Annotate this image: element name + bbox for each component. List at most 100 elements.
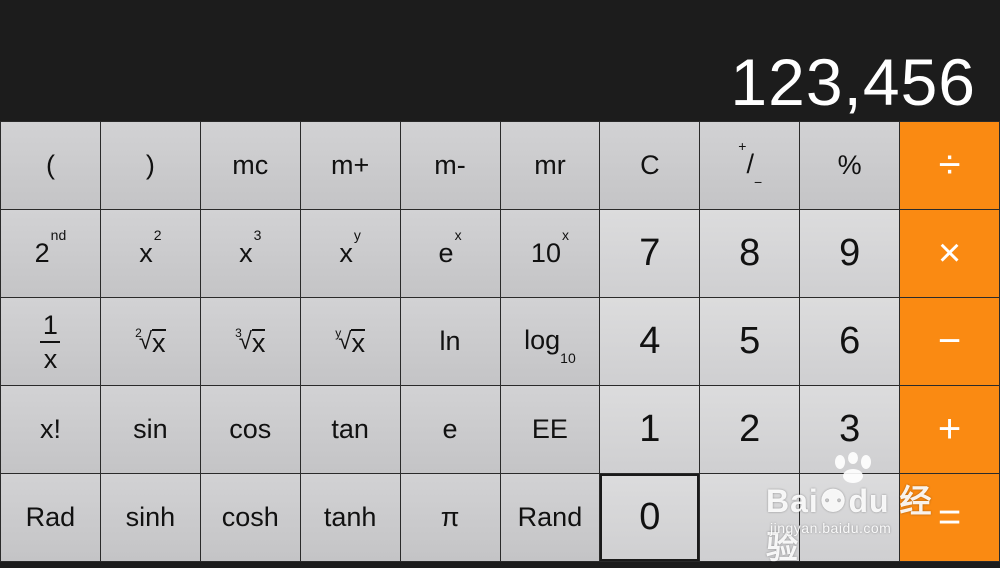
equals-button[interactable]: = [900,474,999,561]
equals-label: = [937,495,962,539]
memory-add-button[interactable]: m+ [300,122,400,209]
digit-9-button[interactable]: 9 [800,210,900,297]
cos-button[interactable]: cos [200,386,300,473]
close-paren-button[interactable]: ) [100,122,200,209]
y-root-label: y √ x [335,325,365,358]
digit-1-button[interactable]: 1 [600,386,700,473]
cube-root-label: 3 √ x [235,325,266,358]
ten-power-base: 10 [530,238,561,268]
memory-subtract-button[interactable]: m- [400,122,500,209]
digit-5-button[interactable]: 5 [700,298,800,385]
square-exp: 2 [153,227,162,243]
reciprocal-label: 1 x [40,310,61,374]
digit-0-button[interactable]: 0 [600,474,700,561]
ln-button[interactable]: ln [400,298,500,385]
digit-4-label: 4 [639,320,661,362]
open-paren-button[interactable]: ( [1,122,100,209]
rand-label: Rand [517,502,583,532]
digit-8-button[interactable]: 8 [700,210,800,297]
second-label: 2nd [35,227,67,269]
second-sup: nd [50,227,67,243]
tan-button[interactable]: tan [300,386,400,473]
pi-button[interactable]: π [400,474,500,561]
memory-clear-button[interactable]: mc [200,122,300,209]
divide-button[interactable]: ÷ [900,122,999,209]
exp-button[interactable]: ex [400,210,500,297]
plus-minus-button[interactable]: +/− [700,122,800,209]
sin-button[interactable]: sin [100,386,200,473]
digit-3-button[interactable]: 3 [800,386,900,473]
plus-label: + [937,407,962,451]
digit-7-label: 7 [639,232,661,274]
square-root-button[interactable]: 2 √ x [100,298,200,385]
sinh-label: sinh [125,502,176,532]
ln-label: ln [439,326,461,356]
decimal-button[interactable] [700,474,800,561]
multiply-button[interactable]: × [900,210,999,297]
tanh-button[interactable]: tanh [300,474,400,561]
factorial-button[interactable]: x! [1,386,100,473]
log-base: log [524,324,561,355]
digit-7-button[interactable]: 7 [600,210,700,297]
blank-key[interactable] [800,474,900,561]
cube-label: x3 [239,227,261,269]
digit-3-label: 3 [839,408,861,450]
digit-5-label: 5 [739,320,761,362]
pi-label: π [440,502,460,532]
reciprocal-denominator: x [43,343,58,374]
rand-button[interactable]: Rand [500,474,600,561]
second-function-button[interactable]: 2nd [1,210,100,297]
log10-label: log10 [524,324,576,366]
percent-label: % [837,150,862,180]
tanh-label: tanh [323,502,377,532]
mr-label: mr [534,150,566,180]
y-root-button[interactable]: y √ x [300,298,400,385]
sin-label: sin [133,414,168,444]
digit-8-label: 8 [739,232,761,274]
keypad: ( ) mc m+ m- mr C +/− % ÷ 2nd x2 x3 xy e… [0,121,1000,562]
calculator-display: 123,456 [0,0,1000,121]
m-minus-label: m- [434,150,466,180]
reciprocal-button[interactable]: 1 x [1,298,100,385]
cos-label: cos [229,414,272,444]
percent-button[interactable]: % [800,122,900,209]
square-root-label: 2 √ x [135,325,166,358]
mc-label: mc [232,150,269,180]
digit-6-button[interactable]: 6 [800,298,900,385]
plus-minus-slash: / [746,148,754,179]
plus-minus-label: +/− [737,138,762,190]
square-root-index: 2 [135,325,142,340]
square-button[interactable]: x2 [100,210,200,297]
log10-button[interactable]: log10 [500,298,600,385]
digit-2-button[interactable]: 2 [700,386,800,473]
tan-label: tan [331,414,369,444]
divide-label: ÷ [938,143,961,187]
cube-button[interactable]: x3 [200,210,300,297]
y-root-radicand: x [351,327,365,358]
e-constant-button[interactable]: e [400,386,500,473]
cosh-button[interactable]: cosh [200,474,300,561]
rad-label: Rad [25,502,76,532]
cube-root-button[interactable]: 3 √ x [200,298,300,385]
ten-power-button[interactable]: 10x [500,210,600,297]
clear-button[interactable]: C [600,122,700,209]
sinh-button[interactable]: sinh [100,474,200,561]
y-root-index: y [335,325,342,340]
square-base: x [139,238,153,268]
digit-4-button[interactable]: 4 [600,298,700,385]
minus-button[interactable]: − [900,298,999,385]
cube-exp: 3 [253,227,262,243]
multiply-label: × [937,231,962,275]
cube-root-radicand: x [251,327,266,358]
plus-button[interactable]: + [900,386,999,473]
exp-exp: x [454,227,462,243]
memory-recall-button[interactable]: mr [500,122,600,209]
rad-button[interactable]: Rad [1,474,100,561]
ee-button[interactable]: EE [500,386,600,473]
square-root-radicand: x [152,327,166,358]
digit-2-label: 2 [739,408,761,450]
power-button[interactable]: xy [300,210,400,297]
cube-root-index: 3 [235,325,242,340]
plus-minus-plus: + [738,137,747,154]
fraction-bar [40,340,61,343]
